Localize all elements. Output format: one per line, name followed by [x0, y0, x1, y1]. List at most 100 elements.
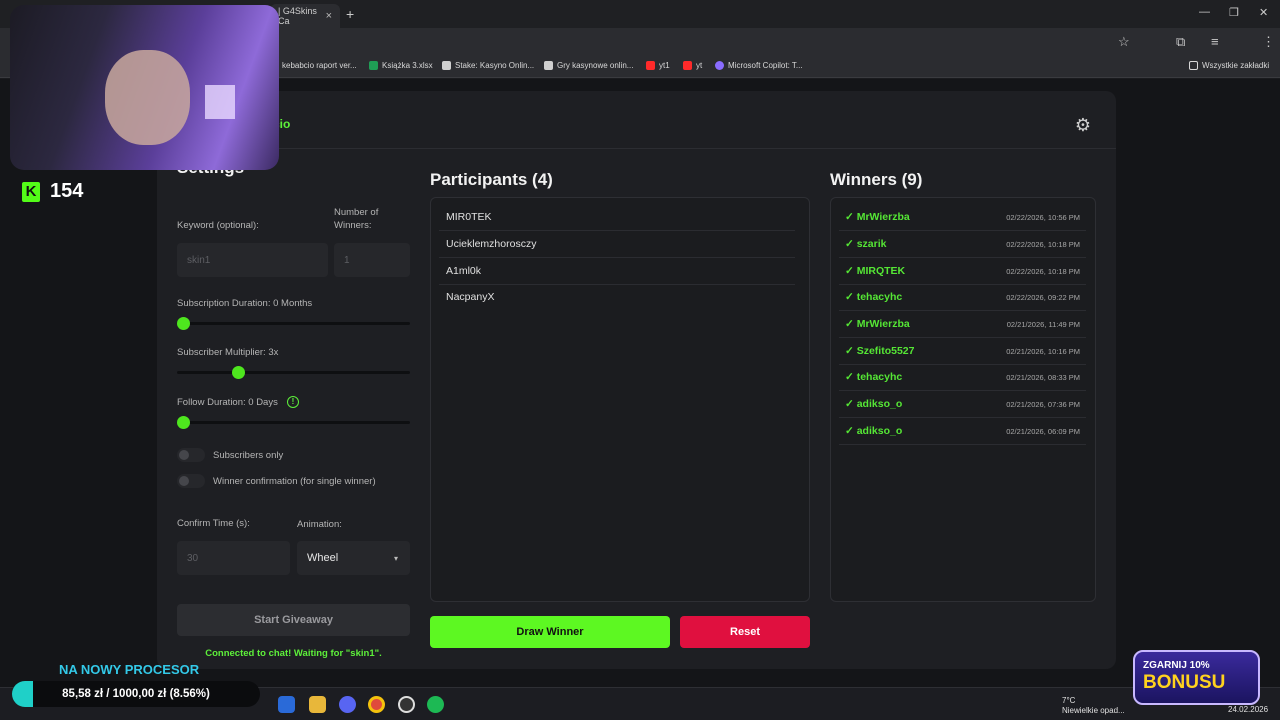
participant-item: Ucieklemzhorosczy [439, 231, 795, 258]
winner-item: ✓ adikso_o 02/21/2026, 07:36 PM [839, 391, 1086, 418]
winner-name: ✓ szarik [845, 238, 887, 250]
giveaway-card: abcio ⚙ Settings Keyword (optional): Num… [157, 91, 1116, 669]
page-content: abcio ⚙ Settings Keyword (optional): Num… [0, 79, 1280, 687]
bookmark-item[interactable]: kebabcio raport ver... [282, 61, 357, 70]
excel-icon [369, 61, 378, 70]
webcam-overlay [10, 5, 279, 170]
winner-time: 02/22/2026, 10:18 PM [1006, 267, 1080, 276]
youtube-icon [683, 61, 692, 70]
draw-winner-button[interactable]: Draw Winner [430, 616, 670, 648]
sub-duration-label: Subscription Duration: 0 Months [177, 298, 313, 309]
new-tab-button[interactable]: + [346, 6, 354, 22]
donation-goal-text: 85,58 zł / 1000,00 zł (8.56%) [62, 688, 210, 700]
weather-text: Niewielkie opad... [1062, 706, 1125, 715]
winner-item: ✓ MIRQTEK 02/22/2026, 10:18 PM [839, 258, 1086, 285]
youtube-icon [646, 61, 655, 70]
winner-item: ✓ tehacyhc 02/21/2026, 08:33 PM [839, 364, 1086, 391]
animation-select[interactable]: Wheel ▾ [297, 541, 410, 575]
viewer-count-value: 154 [50, 180, 84, 202]
participant-item: NacpanyX [446, 291, 495, 303]
gear-icon[interactable]: ⚙ [1071, 113, 1095, 137]
winner-time: 02/21/2026, 07:36 PM [1006, 400, 1080, 409]
all-bookmarks[interactable]: Wszystkie zakładki [1189, 61, 1269, 70]
tray-date: 24.02.2026 [1228, 705, 1269, 714]
bookmark-item[interactable]: Stake: Kasyno Onlin... [442, 61, 534, 70]
animation-label: Animation: [297, 519, 342, 530]
light-lamp [205, 85, 235, 119]
connection-status: Connected to chat! Waiting for "skin1". [205, 648, 382, 659]
bookmark-item[interactable]: Gry kasynowe onlin... [544, 61, 633, 70]
slider-handle[interactable] [177, 317, 190, 330]
bonus-ad-banner: ZGARNIJ 10% BONUSU [1133, 650, 1260, 705]
winner-item: ✓ MrWierzba 02/21/2026, 11:49 PM [839, 311, 1086, 338]
donation-goal-bar: 85,58 zł / 1000,00 zł (8.56%) [12, 681, 260, 707]
chrome-icon[interactable] [368, 696, 385, 713]
discord-icon[interactable] [339, 696, 356, 713]
sub-duration-slider[interactable] [177, 317, 410, 330]
restore-icon[interactable]: ❐ [1229, 6, 1239, 19]
participant-item: A1ml0k [439, 258, 795, 285]
tab-title: | G4Skins Ca [278, 6, 317, 26]
winner-name: ✓ MrWierzba [845, 318, 910, 330]
reset-button[interactable]: Reset [680, 616, 810, 648]
stake-icon [442, 61, 451, 70]
slider-handle[interactable] [177, 416, 190, 429]
winner-name: ✓ tehacyhc [845, 371, 903, 383]
kick-logo-icon: K [22, 181, 40, 202]
winner-time: 02/21/2026, 08:33 PM [1006, 373, 1080, 382]
stake-icon [544, 61, 553, 70]
donation-goal-title: NA NOWY PROCESOR [59, 662, 200, 677]
confirm-time-label: Confirm Time (s): [177, 518, 250, 529]
winner-time: 02/22/2026, 10:56 PM [1006, 213, 1080, 222]
participants-list: MIR0TEK Ucieklemzhorosczy A1ml0k Nacpany… [430, 197, 810, 602]
winners-count-input[interactable]: 1 [334, 243, 410, 277]
winner-confirmation-toggle[interactable] [177, 474, 205, 488]
winner-name: ✓ adikso_o [845, 398, 903, 410]
winner-time: 02/22/2026, 10:18 PM [1006, 240, 1080, 249]
start-giveaway-button[interactable]: Start Giveaway [177, 604, 410, 636]
spotify-icon[interactable] [427, 696, 444, 713]
winner-item: ✓ Szefito5527 02/21/2026, 10:16 PM [839, 338, 1086, 365]
browser-tab[interactable]: | G4Skins Ca × [270, 4, 340, 28]
info-icon[interactable]: ! [287, 396, 299, 408]
close-tab-icon[interactable]: × [326, 10, 332, 22]
keyword-label: Keyword (optional): [177, 220, 259, 231]
star-bookmark-icon[interactable]: ☆ [1118, 34, 1130, 50]
obs-icon[interactable] [398, 696, 415, 713]
animation-value: Wheel [307, 552, 339, 564]
bookmark-item[interactable]: Microsoft Copilot: T... [715, 61, 803, 70]
bookmark-item[interactable]: yt1 [646, 61, 670, 70]
extensions-icon[interactable]: ⧉ [1176, 34, 1185, 50]
bookmark-item[interactable]: Książka 3.xlsx [369, 61, 433, 70]
winner-item: ✓ tehacyhc 02/22/2026, 09:22 PM [839, 284, 1086, 311]
steam-icon[interactable] [278, 696, 295, 713]
keyword-input[interactable]: skin1 [177, 243, 328, 277]
slider-handle[interactable] [232, 366, 245, 379]
bookmark-item[interactable]: yt [683, 61, 702, 70]
streamer-face [105, 50, 190, 145]
winner-time: 02/22/2026, 09:22 PM [1006, 293, 1080, 302]
chevron-down-icon: ▾ [393, 553, 398, 563]
winner-item: ✓ szarik 02/22/2026, 10:18 PM [839, 231, 1086, 258]
folder-icon [1189, 61, 1198, 70]
follow-duration-slider[interactable] [177, 416, 410, 429]
subscribers-only-label: Subscribers only [213, 450, 284, 461]
sub-multiplier-slider[interactable] [177, 366, 410, 379]
menu-icon[interactable]: ⋮ [1262, 34, 1275, 50]
winner-name: ✓ adikso_o [845, 425, 903, 437]
winner-item: ✓ adikso_o 02/21/2026, 06:09 PM [839, 418, 1086, 445]
weather-widget[interactable]: 7°C Niewielkie opad... [1062, 696, 1125, 716]
bonus-line1: ZGARNIJ 10% [1143, 660, 1210, 671]
close-window-icon[interactable]: ✕ [1259, 6, 1268, 19]
file-explorer-icon[interactable] [309, 696, 326, 713]
copilot-icon [715, 61, 724, 70]
winner-name: ✓ tehacyhc [845, 291, 903, 303]
winner-name: ✓ Szefito5527 [845, 345, 915, 357]
confirm-time-input[interactable]: 30 [177, 541, 290, 575]
minimize-icon[interactable]: — [1199, 6, 1210, 18]
downloads-icon[interactable]: ≡ [1211, 34, 1219, 49]
winner-time: 02/21/2026, 06:09 PM [1006, 427, 1080, 436]
subscribers-only-toggle[interactable] [177, 448, 205, 462]
card-header: abcio ⚙ [157, 91, 1116, 149]
winners-count-label: Number of Winners: [334, 207, 379, 231]
